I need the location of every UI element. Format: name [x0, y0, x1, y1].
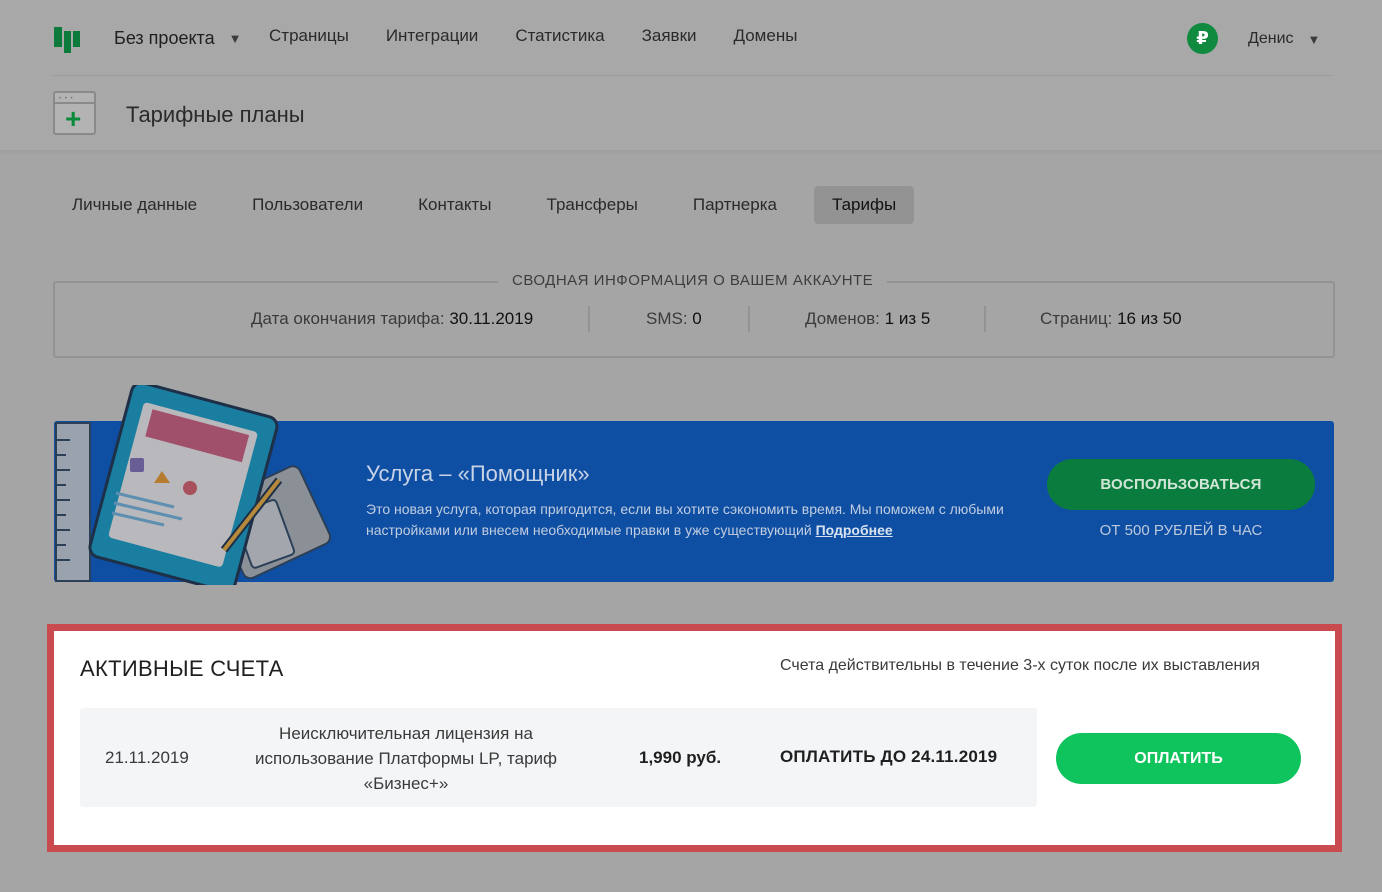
page-header-shadow [0, 150, 1382, 154]
nav-item-domains[interactable]: Домены [734, 26, 798, 46]
summary-divider [984, 306, 986, 332]
project-label: Без проекта [114, 28, 215, 48]
account-summary-title: СВОДНАЯ ИНФОРМАЦИЯ О ВАШЕМ АККАУНТЕ [498, 272, 888, 289]
main-nav: Страницы Интеграции Статистика Заявки До… [269, 26, 834, 46]
active-invoices-title: АКТИВНЫЕ СЧЕТА [80, 656, 284, 681]
pages-stat: Страниц: 16 из 50 [1040, 309, 1182, 329]
pages-value: 16 из 50 [1117, 309, 1182, 328]
nav-item-pages[interactable]: Страницы [269, 26, 349, 46]
pay-button[interactable]: ОПЛАТИТЬ [1056, 733, 1301, 784]
chevron-down-icon: ▼ [1307, 31, 1321, 47]
domains-label: Доменов: [805, 309, 880, 328]
promo-more-link[interactable]: Подробнее [816, 522, 893, 538]
nav-item-integrations[interactable]: Интеграции [386, 26, 479, 46]
use-service-button[interactable]: ВОСПОЛЬЗОВАТЬСЯ [1047, 459, 1315, 510]
tab-users[interactable]: Пользователи [234, 186, 381, 224]
tablet-illustration-icon [55, 385, 332, 585]
nav-item-statistics[interactable]: Статистика [515, 26, 604, 46]
tab-tariffs[interactable]: Тарифы [813, 186, 915, 224]
sms-stat: SMS: 0 [646, 309, 702, 329]
summary-divider [748, 306, 750, 332]
promo-description: Это новая услуга, которая пригодится, ес… [366, 499, 1026, 541]
page-add-icon: • • • + [53, 91, 96, 135]
domains-stat: Доменов: 1 из 5 [805, 309, 930, 329]
project-selector[interactable]: Без проекта ▼ [114, 28, 241, 49]
summary-divider [588, 306, 590, 332]
promo-price: ОТ 500 РУБЛЕЙ В ЧАС [1099, 522, 1263, 539]
tariff-end-label: Дата окончания тарифа: [251, 309, 445, 328]
tariff-end-stat: Дата окончания тарифа: 30.11.2019 [251, 309, 533, 329]
invoices-validity-note: Счета действительны в течение 3-х суток … [780, 657, 1260, 674]
tab-contacts[interactable]: Контакты [400, 186, 509, 224]
chevron-down-icon: ▼ [228, 31, 242, 46]
nav-item-requests[interactable]: Заявки [642, 26, 697, 46]
tab-partner[interactable]: Партнерка [675, 186, 795, 224]
invoice-date: 21.11.2019 [105, 748, 189, 767]
promo-title: Услуга – «Помощник» [366, 461, 590, 486]
tariff-end-value: 30.11.2019 [449, 309, 534, 328]
promo-text: Это новая услуга, которая пригодится, ес… [366, 501, 1004, 538]
invoice-due-date: ОПЛАТИТЬ ДО 24.11.2019 [780, 747, 998, 766]
settings-tabs: Личные данные Пользователи Контакты Тран… [54, 186, 933, 224]
user-menu[interactable]: Денис ▼ [1248, 30, 1320, 48]
logo-icon[interactable] [54, 27, 80, 53]
ruble-icon[interactable]: ₽ [1187, 23, 1218, 54]
invoice-amount: 1,990 руб. [639, 748, 722, 767]
invoice-description: Неисключительная лицензия на использован… [254, 724, 558, 793]
sms-label: SMS: [646, 309, 688, 328]
page-title: Тарифные планы [126, 102, 305, 127]
tab-transfers[interactable]: Трансферы [529, 186, 656, 224]
sms-value: 0 [692, 309, 702, 328]
domains-value: 1 из 5 [884, 309, 931, 328]
tab-personal-data[interactable]: Личные данные [54, 186, 215, 224]
user-name: Денис [1248, 30, 1294, 47]
pages-label: Страниц: [1040, 309, 1113, 328]
